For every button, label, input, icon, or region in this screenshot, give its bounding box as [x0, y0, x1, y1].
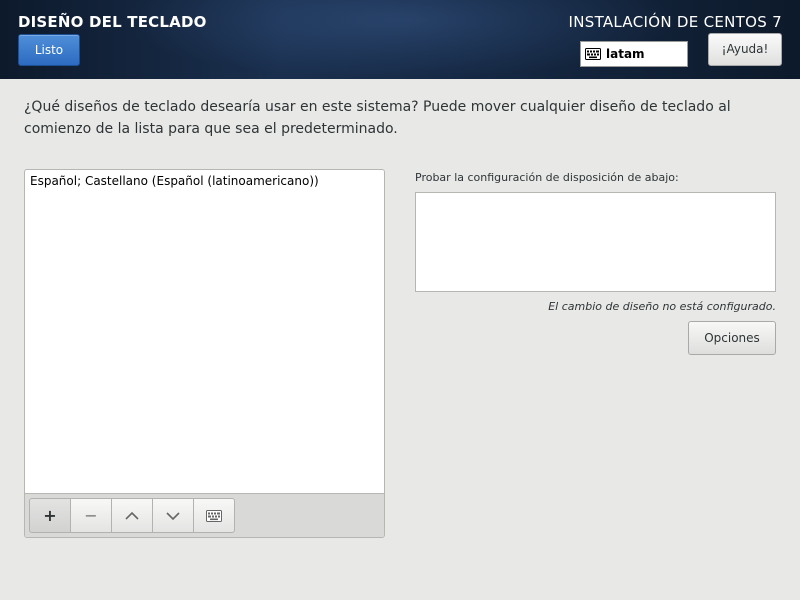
test-layout-label: Probar la configuración de disposición d…: [415, 171, 679, 184]
minus-icon: −: [84, 506, 98, 525]
header-bar: DISEÑO DEL TECLADO Listo INSTALACIÓN DE …: [0, 0, 800, 79]
test-layout-textarea[interactable]: [415, 192, 776, 292]
keyboard-icon: [206, 509, 222, 522]
move-down-button[interactable]: [152, 498, 194, 533]
add-layout-button[interactable]: +: [29, 498, 71, 533]
layout-question: ¿Qué diseños de teclado desearía usar en…: [24, 99, 731, 137]
plus-icon: +: [43, 506, 57, 525]
layout-list-toolbar: + −: [25, 493, 384, 537]
keyboard-layout-label: latam: [606, 47, 645, 61]
list-item[interactable]: Español; Castellano (Español (latinoamer…: [25, 170, 384, 192]
remove-layout-button[interactable]: −: [70, 498, 112, 533]
layout-list[interactable]: Español; Castellano (Español (latinoamer…: [24, 169, 385, 538]
chevron-up-icon: [125, 511, 139, 520]
help-button[interactable]: ¡Ayuda!: [708, 33, 782, 66]
options-button[interactable]: Opciones: [688, 321, 776, 355]
install-title: INSTALACIÓN DE CENTOS 7: [568, 13, 782, 31]
done-button[interactable]: Listo: [18, 34, 80, 66]
move-up-button[interactable]: [111, 498, 153, 533]
layout-switch-note: El cambio de diseño no está configurado.: [548, 300, 776, 313]
preview-layout-button[interactable]: [193, 498, 235, 533]
keyboard-icon: [585, 48, 601, 60]
page-title: DISEÑO DEL TECLADO: [18, 13, 207, 31]
keyboard-layout-indicator[interactable]: latam: [580, 41, 688, 67]
chevron-down-icon: [166, 511, 180, 520]
